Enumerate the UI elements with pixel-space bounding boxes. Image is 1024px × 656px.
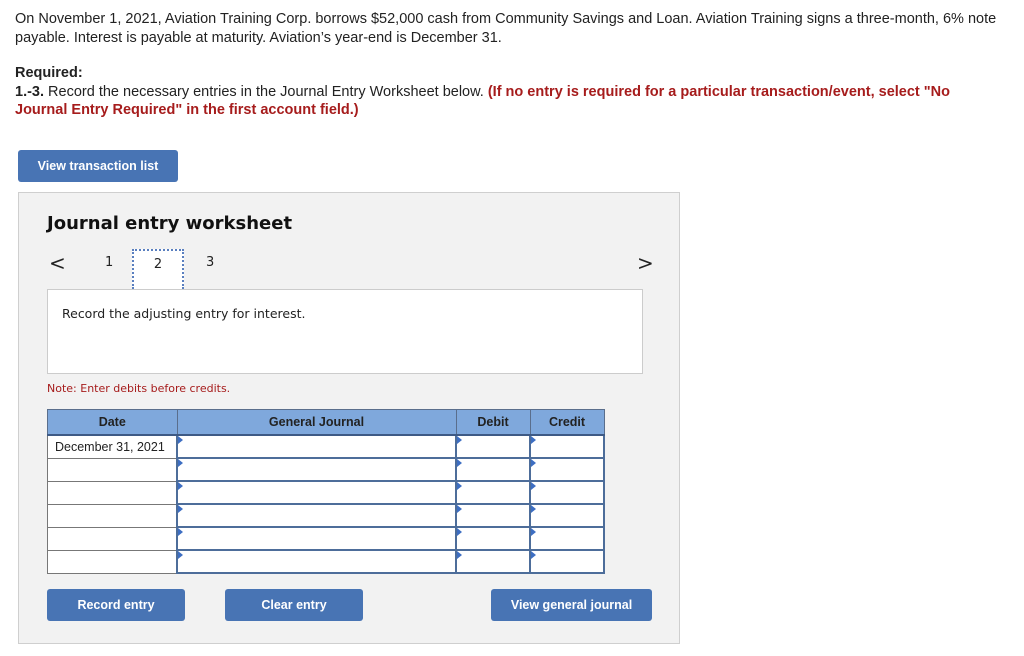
table-row: December 31, 2021 bbox=[47, 434, 605, 459]
account-field[interactable] bbox=[176, 549, 457, 574]
input-indicator-icon bbox=[457, 505, 462, 513]
input-indicator-icon bbox=[531, 482, 536, 490]
table-row bbox=[47, 526, 605, 551]
entry-description-box: Record the adjusting entry for interest. bbox=[47, 289, 643, 374]
credit-field[interactable] bbox=[529, 457, 605, 482]
credit-field[interactable] bbox=[529, 526, 605, 551]
debit-field[interactable] bbox=[455, 434, 531, 459]
table-row bbox=[47, 457, 605, 482]
journal-entry-worksheet-panel: Journal entry worksheet < 1 2 3 > Record… bbox=[18, 192, 680, 644]
input-indicator-icon bbox=[531, 505, 536, 513]
dropdown-indicator-icon bbox=[178, 505, 183, 513]
date-cell[interactable] bbox=[47, 526, 178, 551]
view-transaction-list-button[interactable]: View transaction list bbox=[18, 150, 178, 182]
account-field[interactable] bbox=[176, 434, 457, 459]
input-indicator-icon bbox=[457, 482, 462, 490]
credit-field[interactable] bbox=[529, 434, 605, 459]
date-cell[interactable] bbox=[47, 457, 178, 482]
chevron-right-icon[interactable]: > bbox=[637, 251, 654, 275]
step-tab-1[interactable]: 1 bbox=[105, 255, 113, 270]
entry-description: Record the adjusting entry for interest. bbox=[62, 306, 306, 321]
chevron-left-icon[interactable]: < bbox=[49, 251, 66, 275]
header-debit: Debit bbox=[455, 409, 531, 436]
header-date: Date bbox=[47, 409, 178, 436]
debit-field[interactable] bbox=[455, 526, 531, 551]
table-header-row: Date General Journal Debit Credit bbox=[47, 409, 605, 436]
required-label: Required: bbox=[15, 65, 83, 81]
table-row bbox=[47, 503, 605, 528]
problem-intro: On November 1, 2021, Aviation Training C… bbox=[15, 11, 997, 46]
input-indicator-icon bbox=[531, 528, 536, 536]
debit-field[interactable] bbox=[455, 503, 531, 528]
instruction-text: Record the necessary entries in the Jour… bbox=[44, 84, 488, 100]
debit-field[interactable] bbox=[455, 549, 531, 574]
header-general-journal: General Journal bbox=[176, 409, 457, 436]
account-field[interactable] bbox=[176, 457, 457, 482]
debits-note: Note: Enter debits before credits. bbox=[47, 382, 231, 395]
input-indicator-icon bbox=[531, 459, 536, 467]
input-indicator-icon bbox=[457, 459, 462, 467]
account-field[interactable] bbox=[176, 503, 457, 528]
account-field[interactable] bbox=[176, 526, 457, 551]
dropdown-indicator-icon bbox=[178, 436, 183, 444]
instruction-number: 1.-3. bbox=[15, 84, 45, 100]
debit-field[interactable] bbox=[455, 457, 531, 482]
input-indicator-icon bbox=[531, 436, 536, 444]
view-general-journal-button[interactable]: View general journal bbox=[491, 589, 652, 621]
header-credit: Credit bbox=[529, 409, 605, 436]
input-indicator-icon bbox=[457, 551, 462, 559]
credit-field[interactable] bbox=[529, 480, 605, 505]
step-tab-2-active[interactable]: 2 bbox=[132, 249, 184, 289]
date-cell[interactable] bbox=[47, 480, 178, 505]
account-field[interactable] bbox=[176, 480, 457, 505]
credit-field[interactable] bbox=[529, 503, 605, 528]
dropdown-indicator-icon bbox=[178, 551, 183, 559]
step-tab-3[interactable]: 3 bbox=[206, 255, 214, 270]
table-row bbox=[47, 549, 605, 574]
input-indicator-icon bbox=[531, 551, 536, 559]
dropdown-indicator-icon bbox=[178, 482, 183, 490]
worksheet-title: Journal entry worksheet bbox=[47, 213, 293, 234]
date-cell[interactable] bbox=[47, 549, 178, 574]
record-entry-button[interactable]: Record entry bbox=[47, 589, 185, 621]
date-cell[interactable] bbox=[47, 503, 178, 528]
dropdown-indicator-icon bbox=[178, 459, 183, 467]
clear-entry-button[interactable]: Clear entry bbox=[225, 589, 363, 621]
date-cell[interactable]: December 31, 2021 bbox=[47, 434, 178, 459]
table-row bbox=[47, 480, 605, 505]
journal-entry-table: Date General Journal Debit Credit Decemb… bbox=[47, 409, 605, 574]
credit-field[interactable] bbox=[529, 549, 605, 574]
dropdown-indicator-icon bbox=[178, 528, 183, 536]
instructions: 1.-3. Record the necessary entries in th… bbox=[15, 83, 1005, 119]
input-indicator-icon bbox=[457, 528, 462, 536]
debit-field[interactable] bbox=[455, 480, 531, 505]
input-indicator-icon bbox=[457, 436, 462, 444]
